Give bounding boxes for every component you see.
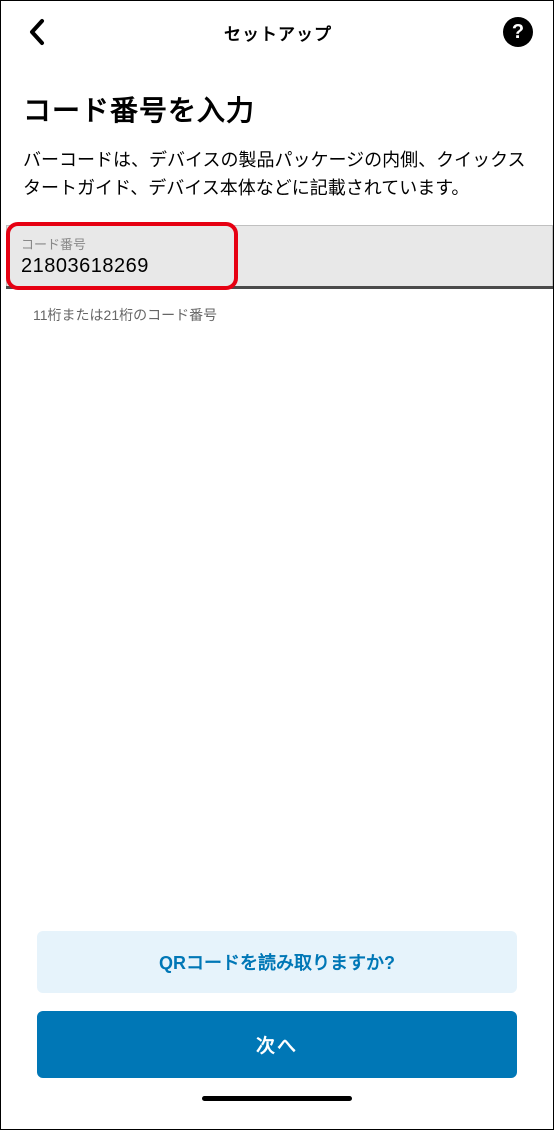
qr-scan-button[interactable]: QRコードを読み取りますか? xyxy=(37,931,517,993)
question-mark-icon: ? xyxy=(512,21,524,44)
chevron-left-icon xyxy=(28,18,46,46)
header-title: セットアップ xyxy=(224,20,332,45)
input-wrapper: コード番号 21803618269 xyxy=(1,225,553,287)
back-button[interactable] xyxy=(21,16,53,48)
input-helper-text: 11桁または21桁のコード番号 xyxy=(23,305,531,325)
help-button[interactable]: ? xyxy=(503,17,533,47)
spacer xyxy=(23,325,531,931)
input-underline xyxy=(6,286,553,289)
page-description: バーコードは、デバイスの製品パッケージの内側、クイックスタートガイド、デバイス本… xyxy=(23,147,531,203)
footer-actions: QRコードを読み取りますか? 次へ xyxy=(1,931,553,1129)
header-bar: セットアップ ? xyxy=(1,1,553,59)
code-input[interactable]: コード番号 21803618269 xyxy=(6,225,553,287)
input-value: 21803618269 xyxy=(21,255,538,278)
page-title: コード番号を入力 xyxy=(23,89,531,129)
main-content: コード番号を入力 バーコードは、デバイスの製品パッケージの内側、クイックスタート… xyxy=(1,59,553,931)
home-indicator xyxy=(202,1096,352,1101)
next-button[interactable]: 次へ xyxy=(37,1011,517,1078)
input-label: コード番号 xyxy=(21,234,538,253)
